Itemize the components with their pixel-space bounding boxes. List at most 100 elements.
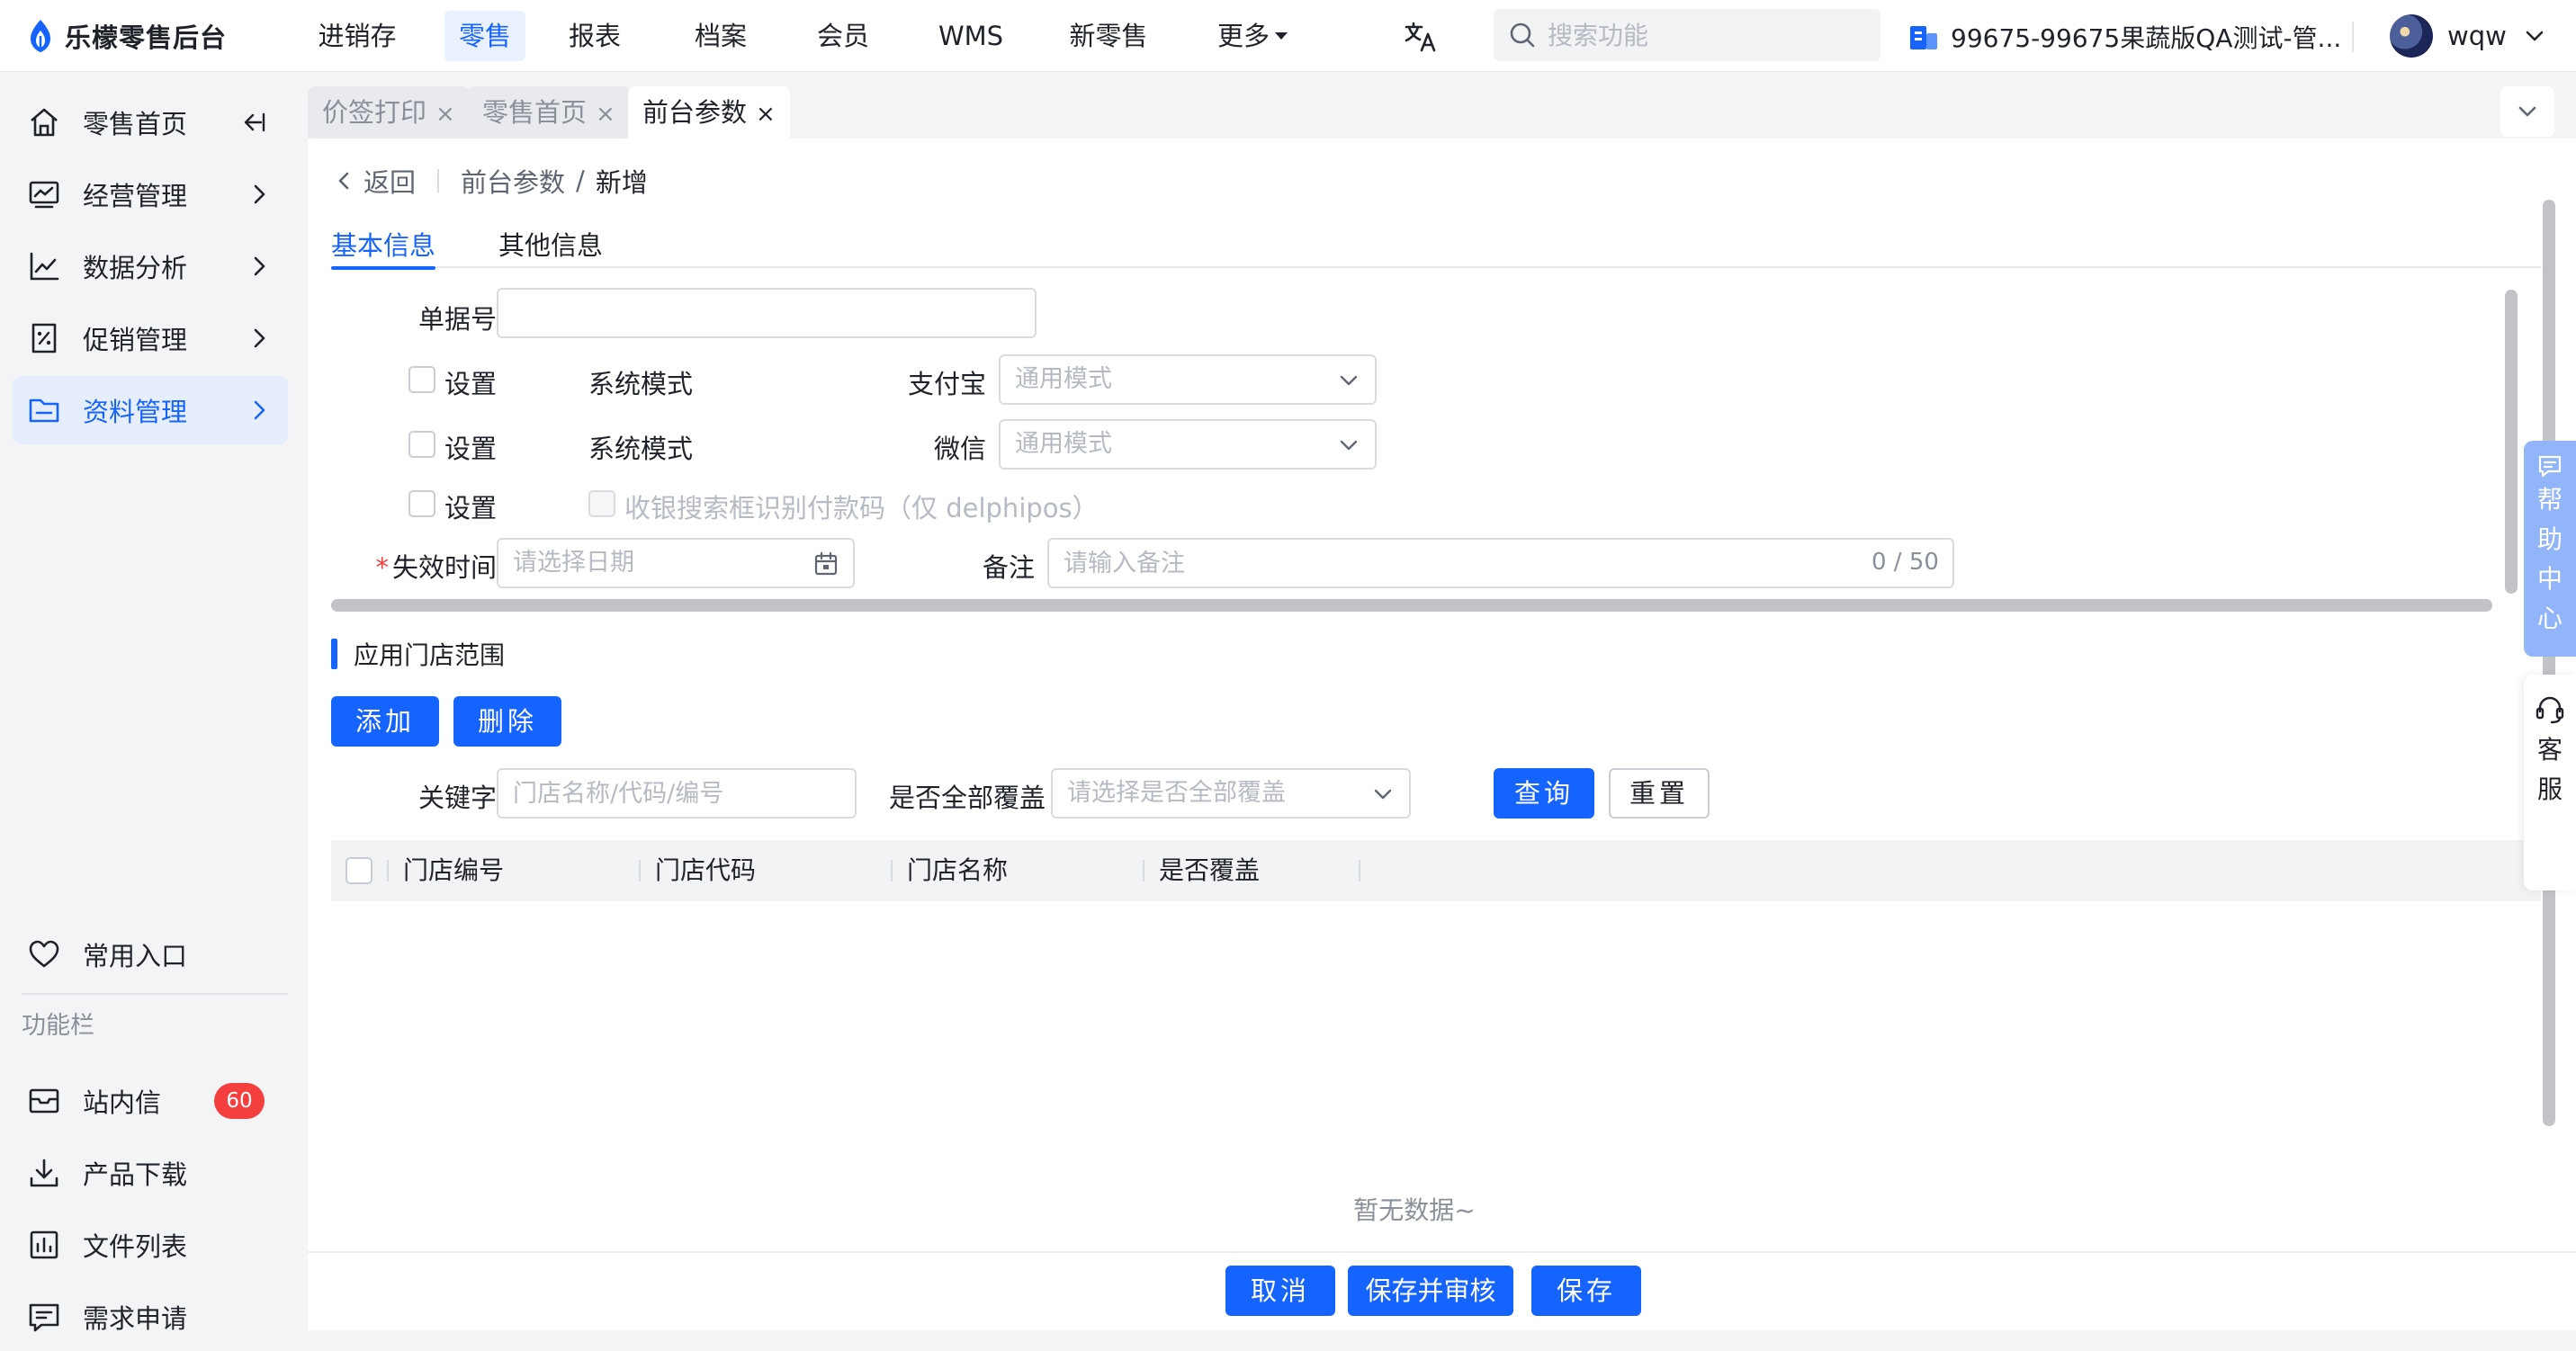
doc-no-input[interactable]	[497, 288, 1037, 338]
column-store-code[interactable]: 门店代码	[655, 840, 756, 901]
sidebar-item-promotion[interactable]: 促销管理	[13, 304, 288, 372]
mail-icon	[29, 1088, 59, 1114]
tab-retail-home[interactable]: 零售首页 ×	[468, 86, 630, 139]
sidebar-item-master-data[interactable]: 资料管理	[13, 376, 288, 444]
customer-service-button[interactable]: 客 服	[2524, 675, 2576, 890]
chevron-left-icon	[338, 172, 349, 190]
menu-item-archives[interactable]: 档案	[680, 11, 761, 61]
add-store-button[interactable]: 添加	[331, 696, 439, 747]
breadcrumb-parent[interactable]: 前台参数	[461, 162, 565, 200]
top-navigation: 乐檬零售后台 进销存 零售 报表 档案 会员 WMS 新零售 更多 99675-…	[0, 0, 2576, 72]
tab-other-info[interactable]: 其他信息	[498, 225, 603, 268]
cancel-button[interactable]: 取消	[1225, 1266, 1335, 1316]
user-menu[interactable]: wqw	[2390, 13, 2546, 59]
delete-store-button[interactable]: 删除	[453, 696, 561, 747]
save-and-audit-button[interactable]: 保存并审核	[1348, 1266, 1513, 1316]
setting-checkbox-3[interactable]	[408, 490, 435, 517]
file-list-icon	[30, 1230, 58, 1259]
sidebar-item-business[interactable]: 经营管理	[13, 160, 288, 228]
setting-checkbox-2[interactable]	[408, 431, 435, 458]
search-box[interactable]	[1494, 9, 1880, 61]
setting-checkbox-label: 设置	[444, 493, 498, 523]
unread-count-badge: 60	[214, 1083, 265, 1119]
keyword-input[interactable]	[497, 768, 857, 819]
reset-button[interactable]: 重置	[1609, 768, 1710, 819]
form-footer: 取消 保存并审核 保存	[308, 1251, 2576, 1330]
expire-date-picker[interactable]: 请选择日期	[497, 538, 855, 588]
doc-no-label: 单据号	[417, 304, 497, 335]
breadcrumb-divider	[437, 169, 440, 192]
column-store-name[interactable]: 门店名称	[907, 840, 1008, 901]
help-center-button[interactable]: 帮 助 中 心	[2524, 441, 2576, 657]
sidebar-item-requests[interactable]: 需求申请	[13, 1283, 288, 1351]
column-is-covered[interactable]: 是否覆盖	[1159, 840, 1260, 901]
monitor-icon	[29, 181, 59, 209]
menu-item-inventory[interactable]: 进销存	[297, 11, 417, 61]
select-placeholder: 请选择是否全部覆盖	[1067, 779, 1286, 807]
close-icon[interactable]: ×	[756, 88, 776, 140]
remark-char-counter: 0 / 50	[1871, 549, 1939, 576]
wechat-mode-select[interactable]: 通用模式	[999, 419, 1377, 470]
breadcrumb: 返回 前台参数 / 新增	[335, 162, 648, 200]
sidebar-item-label: 产品下载	[83, 1159, 188, 1190]
help-center-char: 心	[2536, 604, 2563, 633]
tab-label: 零售首页	[482, 97, 588, 128]
tab-basic-info[interactable]: 基本信息	[331, 225, 436, 270]
heart-icon	[29, 940, 59, 968]
store-switcher[interactable]: 99675-99675果蔬版QA测试-管...	[1907, 18, 2341, 56]
chevron-down-icon	[2518, 106, 2536, 117]
menu-item-members[interactable]: 会员	[803, 11, 884, 61]
column-separator	[1143, 860, 1144, 881]
tabs-dropdown-button[interactable]	[2500, 86, 2554, 137]
save-button[interactable]: 保存	[1531, 1266, 1641, 1316]
brand[interactable]: 乐檬零售后台	[25, 16, 227, 56]
expire-time-label: * 失效时间	[362, 547, 497, 585]
menu-item-reports[interactable]: 报表	[554, 11, 635, 61]
setting-checkbox-1[interactable]	[408, 366, 435, 393]
cover-all-label: 是否全部覆盖	[888, 783, 1046, 813]
form-vertical-scrollbar[interactable]	[2505, 290, 2518, 594]
close-icon[interactable]: ×	[435, 88, 455, 140]
brand-name: 乐檬零售后台	[65, 22, 228, 53]
customer-service-char: 服	[2536, 774, 2563, 804]
sidebar-item-retail-home[interactable]: 零售首页	[13, 88, 288, 157]
query-button[interactable]: 查询	[1494, 768, 1594, 819]
chevron-down-icon	[1340, 440, 1358, 451]
request-icon	[29, 1303, 59, 1332]
sidebar-item-downloads[interactable]: 产品下载	[13, 1139, 288, 1207]
menu-item-wms[interactable]: WMS	[930, 11, 1011, 61]
alipay-mode-select[interactable]: 通用模式	[999, 354, 1377, 405]
search-input[interactable]	[1548, 20, 1862, 50]
column-store-no[interactable]: 门店编号	[403, 840, 504, 901]
folder-icon	[29, 398, 59, 423]
help-center-char: 帮	[2536, 485, 2563, 514]
column-separator	[387, 860, 389, 881]
avatar	[2390, 14, 2433, 58]
horizontal-scrollbar[interactable]	[331, 599, 2492, 612]
tab-front-params[interactable]: 前台参数 ×	[628, 86, 790, 139]
payment-code-checkbox[interactable]	[588, 490, 615, 517]
back-link[interactable]: 返回	[335, 162, 416, 200]
sidebar-item-messages[interactable]: 站内信 60	[13, 1067, 288, 1135]
sidebar-item-label: 经营管理	[83, 181, 188, 211]
tab-price-label-print[interactable]: 价签打印 ×	[308, 86, 470, 139]
store-icon	[1910, 26, 1937, 49]
cover-all-select[interactable]: 请选择是否全部覆盖	[1051, 768, 1411, 819]
select-all-checkbox[interactable]	[346, 857, 372, 884]
brand-logo-icon	[31, 20, 50, 52]
main-content: 返回 前台参数 / 新增 基本信息 其他信息 单据号 设置 系统模式 支付宝 通…	[308, 139, 2576, 1251]
discount-icon	[31, 323, 57, 353]
sidebar-item-data-analysis[interactable]: 数据分析	[13, 232, 288, 300]
page-vertical-scrollbar[interactable]	[2543, 200, 2555, 1126]
menu-item-new-retail[interactable]: 新零售	[1056, 11, 1161, 61]
translate-icon[interactable]	[1404, 20, 1438, 54]
remark-input[interactable]	[1047, 538, 1954, 588]
collapse-sidebar-icon[interactable]	[241, 110, 266, 135]
setting-checkbox-label: 设置	[444, 369, 498, 399]
close-icon[interactable]: ×	[596, 88, 615, 140]
menu-item-retail[interactable]: 零售	[444, 11, 525, 61]
download-icon	[30, 1159, 58, 1187]
sidebar-group-label-text: 功能栏	[22, 1012, 94, 1040]
menu-item-more[interactable]: 更多	[1207, 11, 1297, 61]
sidebar-item-file-list[interactable]: 文件列表	[13, 1211, 288, 1279]
